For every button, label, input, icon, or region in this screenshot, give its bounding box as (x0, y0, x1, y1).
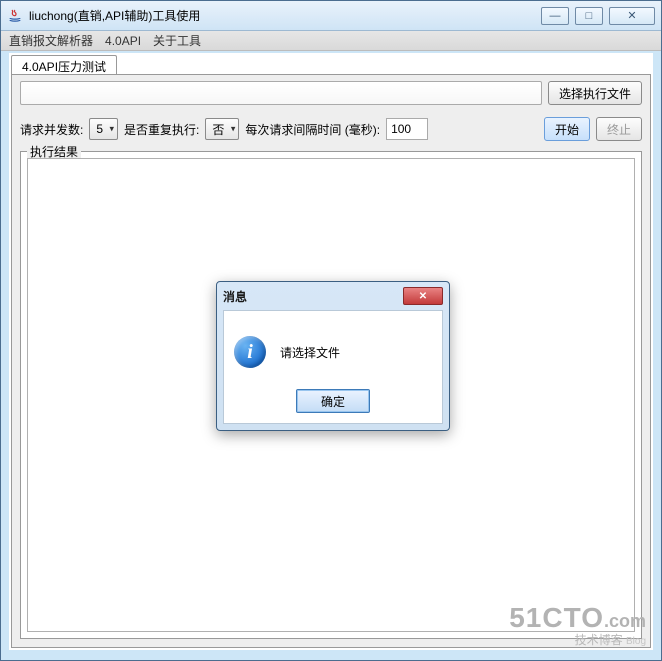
menu-api[interactable]: 4.0API (101, 33, 145, 49)
interval-input[interactable] (386, 118, 428, 140)
repeat-select[interactable]: 否 (205, 118, 239, 140)
repeat-label: 是否重复执行: (124, 121, 199, 138)
tab-strip: 4.0API压力测试 (9, 53, 653, 75)
menubar: 直销报文解析器 4.0API 关于工具 (1, 31, 661, 51)
file-path-input[interactable] (20, 81, 542, 105)
titlebar[interactable]: liuchong(直销,API辅助)工具使用 — □ ✕ (1, 1, 661, 31)
tab-stress-test[interactable]: 4.0API压力测试 (11, 55, 117, 75)
start-button[interactable]: 开始 (544, 117, 590, 141)
dialog-title: 消息 (223, 288, 403, 305)
interval-label: 每次请求间隔时间 (毫秒): (245, 121, 380, 138)
dialog-titlebar[interactable]: 消息 ✕ (217, 282, 449, 310)
dialog-buttons: 确定 (234, 383, 432, 413)
info-icon: i (234, 336, 266, 368)
dialog-close-button[interactable]: ✕ (403, 287, 443, 305)
minimize-button[interactable]: — (541, 7, 569, 25)
dialog-body: i 请选择文件 确定 (223, 310, 443, 424)
dialog-msg-row: i 请选择文件 (234, 321, 432, 383)
menu-parser[interactable]: 直销报文解析器 (5, 31, 97, 50)
close-button[interactable]: ✕ (609, 7, 655, 25)
message-dialog: 消息 ✕ i 请选择文件 确定 (216, 281, 450, 431)
menu-about[interactable]: 关于工具 (149, 31, 205, 50)
java-icon (7, 8, 23, 24)
row-file: 选择执行文件 (12, 75, 650, 111)
concurrency-label: 请求并发数: (20, 121, 83, 138)
dialog-message: 请选择文件 (280, 344, 340, 361)
concurrency-select[interactable]: 5 (89, 118, 118, 140)
row-params: 请求并发数: 5 是否重复执行: 否 每次请求间隔时间 (毫秒): 开始 终止 (12, 111, 650, 147)
stop-button[interactable]: 终止 (596, 117, 642, 141)
maximize-button[interactable]: □ (575, 7, 603, 25)
ok-button[interactable]: 确定 (296, 389, 370, 413)
window-title: liuchong(直销,API辅助)工具使用 (29, 7, 535, 24)
window-buttons: — □ ✕ (541, 7, 655, 25)
choose-file-button[interactable]: 选择执行文件 (548, 81, 642, 105)
